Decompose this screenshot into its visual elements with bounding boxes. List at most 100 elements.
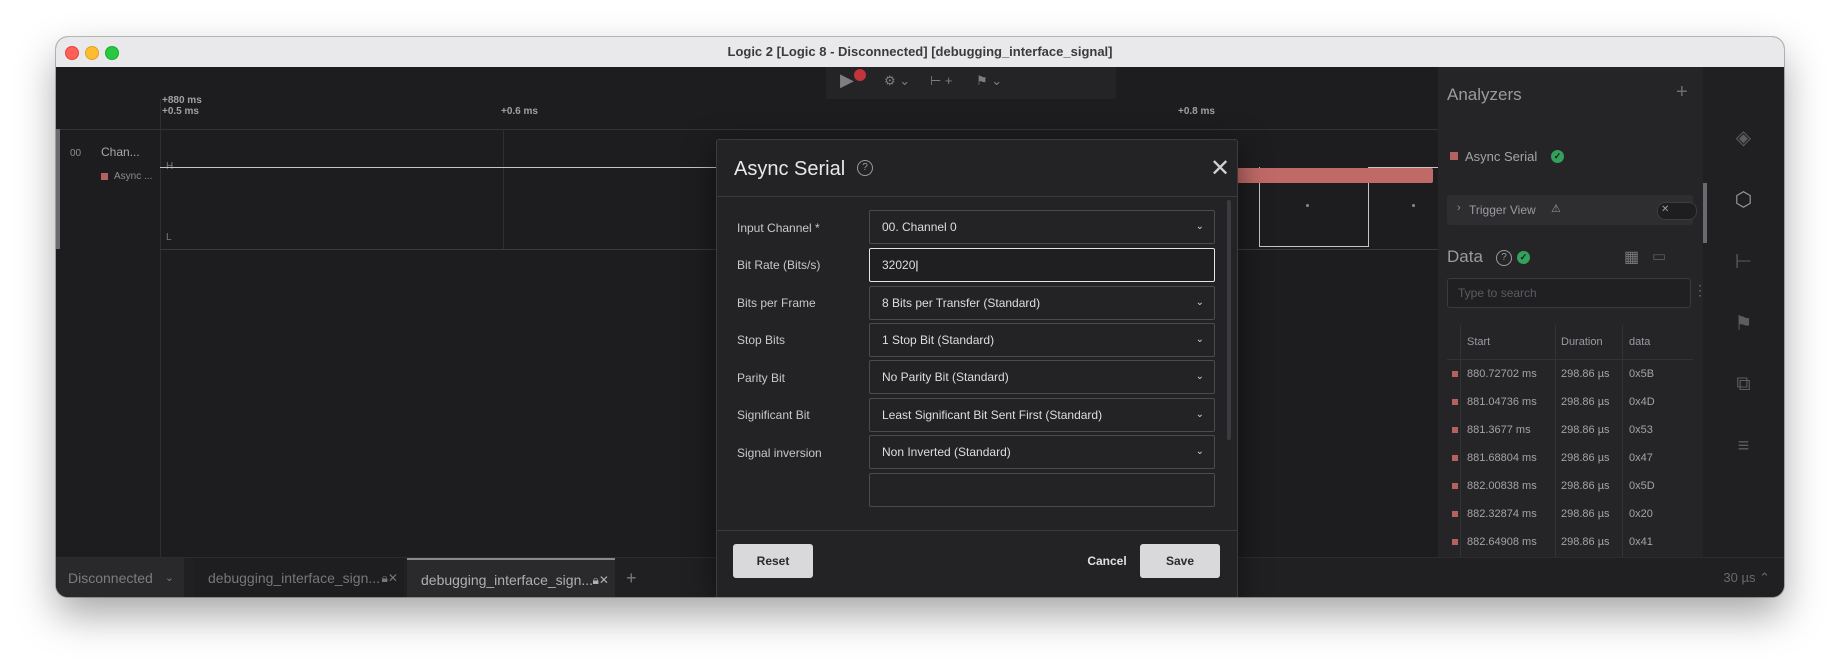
analyzer-color-swatch bbox=[101, 173, 108, 180]
reset-button[interactable]: Reset bbox=[733, 544, 813, 578]
row-data: 0x5D bbox=[1629, 480, 1655, 492]
close-tab-icon[interactable]: 🔒︎✕ bbox=[593, 560, 609, 597]
row-data: 0x47 bbox=[1629, 452, 1653, 464]
table-row[interactable]: 881.3677 ms 298.86 µs 0x53 bbox=[1447, 416, 1693, 444]
table-view-icon[interactable]: ▦ bbox=[1624, 247, 1639, 267]
check-icon: ✓ bbox=[1551, 150, 1564, 163]
trigger-view-row[interactable]: › Trigger View ⚠ ✕ bbox=[1447, 195, 1697, 225]
signal-trace bbox=[160, 167, 716, 168]
stop-bits-select[interactable]: 1 Stop Bit (Standard) ⌄ bbox=[869, 323, 1215, 357]
field-value: No Parity Bit (Standard) bbox=[882, 370, 1009, 384]
field-label: Stop Bits bbox=[737, 333, 786, 347]
row-color-swatch bbox=[1452, 455, 1458, 461]
ruler-origin-label: +880 ms bbox=[162, 95, 202, 106]
row-color-swatch bbox=[1452, 399, 1458, 405]
table-row[interactable]: 882.00838 ms 298.86 µs 0x5D bbox=[1447, 472, 1693, 500]
table-row[interactable]: 881.68804 ms 298.86 µs 0x47 bbox=[1447, 444, 1693, 472]
row-start: 881.04736 ms bbox=[1467, 396, 1537, 408]
field-label: Parity Bit bbox=[737, 371, 786, 385]
terminal-view-icon[interactable]: ▭ bbox=[1652, 247, 1666, 265]
row-color-swatch bbox=[1452, 427, 1458, 433]
significant-bit-select[interactable]: Least Significant Bit Sent First (Standa… bbox=[869, 398, 1215, 432]
table-row[interactable]: 880.72702 ms 298.86 µs 0x5B bbox=[1447, 360, 1693, 388]
analyzer-name[interactable]: Async Serial bbox=[1465, 149, 1537, 164]
title-bar: Logic 2 [Logic 8 - Disconnected] [debugg… bbox=[56, 37, 1784, 68]
session-tab-active[interactable]: debugging_interface_sign... 🔒︎✕ bbox=[407, 558, 615, 597]
row-color-swatch bbox=[1452, 371, 1458, 377]
footer-divider bbox=[717, 530, 1237, 531]
extensions-icon[interactable]: ⧉ bbox=[1703, 373, 1784, 396]
add-tab-icon[interactable]: + bbox=[626, 558, 637, 597]
notes-icon[interactable]: ≡ bbox=[1703, 435, 1784, 458]
analyzer-color-swatch bbox=[1450, 152, 1458, 160]
table-row[interactable]: 881.04736 ms 298.86 µs 0x4D bbox=[1447, 388, 1693, 416]
analyzers-icon[interactable]: ⬡ bbox=[1703, 187, 1784, 212]
row-data: 0x5B bbox=[1629, 368, 1655, 380]
save-button[interactable]: Save bbox=[1140, 544, 1220, 578]
row-duration: 298.86 µs bbox=[1561, 508, 1610, 520]
check-icon: ✓ bbox=[1517, 251, 1530, 264]
row-color-swatch bbox=[1452, 511, 1458, 517]
help-icon[interactable]: ? bbox=[1496, 250, 1512, 266]
device-status[interactable]: Disconnected ⌄ bbox=[56, 558, 184, 597]
bits-per-frame-select[interactable]: 8 Bits per Transfer (Standard) ⌄ bbox=[869, 286, 1215, 320]
data-search-input[interactable]: Type to search bbox=[1447, 278, 1691, 308]
channel-name[interactable]: Chan... bbox=[101, 145, 140, 159]
side-panel: Analyzers + Async Serial ✓ › Trigger Vie… bbox=[1438, 67, 1707, 571]
chevron-right-icon[interactable]: › bbox=[1457, 202, 1461, 214]
zoom-level[interactable]: 30 µs ⌃ bbox=[1723, 558, 1770, 597]
trigger-view-toggle[interactable]: ✕ bbox=[1657, 202, 1697, 220]
column-header-start[interactable]: Start bbox=[1467, 325, 1490, 359]
channel-header[interactable]: 00 Chan... Async ... bbox=[56, 129, 161, 249]
marker-flag-icon[interactable]: ⚑ ⌄ bbox=[976, 73, 1002, 89]
bit-sample-dot bbox=[1412, 204, 1415, 207]
row-start: 881.68804 ms bbox=[1467, 452, 1537, 464]
row-data: 0x20 bbox=[1629, 508, 1653, 520]
timing-marker-icon[interactable]: ⊢ + bbox=[930, 73, 953, 89]
session-tab[interactable]: debugging_interface_sign... 🔒︎✕ bbox=[194, 558, 404, 597]
device-status-label: Disconnected bbox=[68, 570, 153, 586]
chevron-down-icon: ⌄ bbox=[1195, 446, 1204, 457]
row-data: 0x4D bbox=[1629, 396, 1655, 408]
column-header-data[interactable]: data bbox=[1629, 325, 1650, 359]
chevron-down-icon: ⌄ bbox=[1195, 297, 1204, 308]
field-value: 00. Channel 0 bbox=[882, 220, 957, 234]
table-row[interactable]: 882.32874 ms 298.86 µs 0x20 bbox=[1447, 500, 1693, 528]
question-circle-icon[interactable]: ? bbox=[857, 160, 873, 176]
ruler-mark: +0.5 ms bbox=[162, 106, 199, 117]
close-icon[interactable]: ✕ bbox=[1210, 154, 1230, 183]
bit-rate-input[interactable]: 32020| bbox=[869, 248, 1215, 282]
settings-form: Input Channel * 00. Channel 0 ⌄ Bit Rate… bbox=[717, 196, 1237, 530]
add-analyzer-icon[interactable]: + bbox=[1676, 81, 1688, 104]
field-label: Signal inversion bbox=[737, 446, 822, 460]
play-icon[interactable]: ▶ bbox=[840, 70, 854, 91]
timing-icon[interactable]: ⊢ bbox=[1703, 249, 1784, 274]
async-serial-dialog: Async Serial ? ✕ Input Channel * 00. Cha… bbox=[716, 139, 1238, 597]
field-label: Bit Rate (Bits/s) bbox=[737, 258, 821, 272]
clipped-select[interactable] bbox=[869, 473, 1215, 507]
marker-icon[interactable]: ⚑ bbox=[1703, 311, 1784, 336]
row-duration: 298.86 µs bbox=[1561, 368, 1610, 380]
layers-icon[interactable]: ◈ bbox=[1703, 125, 1784, 150]
analyzers-heading: Analyzers bbox=[1447, 85, 1522, 104]
channel-index: 00 bbox=[70, 148, 82, 159]
row-duration: 298.86 µs bbox=[1561, 480, 1610, 492]
form-scrollbar[interactable] bbox=[1227, 200, 1231, 440]
signal-trace bbox=[1259, 246, 1369, 247]
cancel-button[interactable]: Cancel bbox=[1067, 544, 1147, 578]
input-channel-select[interactable]: 00. Channel 0 ⌄ bbox=[869, 210, 1215, 244]
time-ruler[interactable]: +880 ms +0.5 ms +0.6 ms +0.8 ms bbox=[56, 95, 1438, 130]
row-start: 881.3677 ms bbox=[1467, 424, 1531, 436]
grid-line bbox=[503, 129, 504, 249]
ruler-mark: +0.6 ms bbox=[501, 106, 538, 117]
parity-bit-select[interactable]: No Parity Bit (Standard) ⌄ bbox=[869, 360, 1215, 394]
session-tab-label: debugging_interface_sign... bbox=[208, 570, 381, 586]
trigger-settings-icon[interactable]: ⚙ ⌄ bbox=[884, 73, 910, 89]
signal-inversion-select[interactable]: Non Inverted (Standard) ⌄ bbox=[869, 435, 1215, 469]
close-tab-icon[interactable]: 🔒︎✕ bbox=[382, 558, 398, 597]
field-label: Bits per Frame bbox=[737, 296, 816, 310]
chevron-down-icon: ⌄ bbox=[1195, 334, 1204, 345]
row-start: 882.00838 ms bbox=[1467, 480, 1537, 492]
column-header-duration[interactable]: Duration bbox=[1561, 325, 1603, 359]
field-value: 8 Bits per Transfer (Standard) bbox=[882, 296, 1041, 310]
